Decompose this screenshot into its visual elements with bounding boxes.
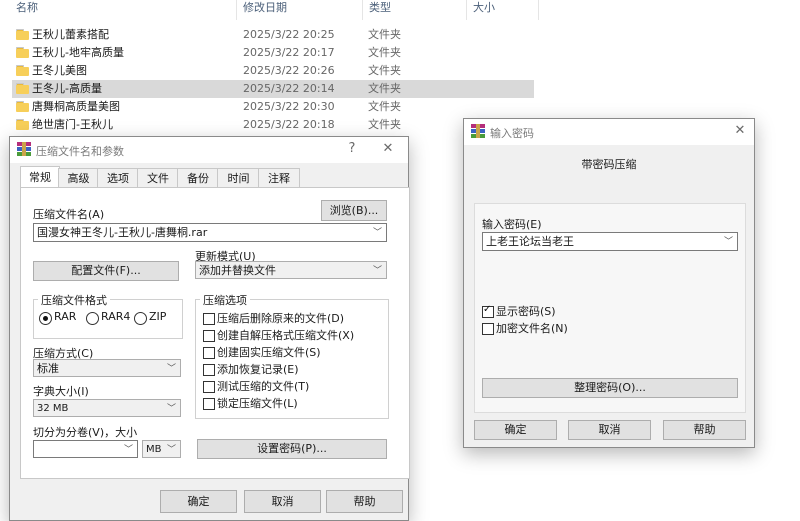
archive-options-label: 压缩选项	[200, 292, 250, 308]
dialog-title: 输入密码	[490, 127, 534, 140]
lock-archive-checkbox[interactable]	[203, 398, 215, 410]
format-zip-radio[interactable]	[134, 312, 147, 325]
tab-comment[interactable]: 注释	[258, 168, 300, 188]
encrypt-names-label[interactable]: 加密文件名(N)	[496, 320, 568, 336]
profiles-button[interactable]: 配置文件(F)...	[33, 261, 179, 281]
enter-password-dialog: 输入密码 ✕ 带密码压缩 输入密码(E) 上老王论坛当老王 ﹀ 显示密码(S) …	[463, 118, 755, 448]
solid-checkbox[interactable]	[203, 347, 215, 359]
archive-parameters-dialog: 压缩文件名和参数 ? ✕ 常规 高级 选项 文件 备份 时间 注释 压缩文件名(…	[9, 136, 410, 521]
folder-icon	[16, 65, 29, 76]
update-mode-value: 添加并替换文件	[199, 264, 276, 277]
test-files-label[interactable]: 测试压缩的文件(T)	[217, 378, 309, 394]
folder-icon	[16, 101, 29, 112]
delete-after-label[interactable]: 压缩后删除原来的文件(D)	[217, 310, 344, 326]
enter-password-label: 输入密码(E)	[482, 218, 542, 231]
split-unit-select[interactable]: MB ﹀	[142, 440, 181, 458]
password-panel: 输入密码(E) 上老王论坛当老王 ﹀ 显示密码(S) 加密文件名(N) 整理密码…	[474, 203, 746, 413]
sfx-checkbox[interactable]	[203, 330, 215, 342]
format-rar-label[interactable]: RAR	[54, 310, 76, 323]
test-files-checkbox[interactable]	[203, 381, 215, 393]
update-mode-select[interactable]: 添加并替换文件 ﹀	[195, 261, 387, 279]
chevron-down-icon[interactable]: ﹀	[373, 262, 382, 280]
winrar-icon	[17, 142, 31, 156]
format-rar-radio[interactable]	[39, 312, 52, 325]
format-rar4-label[interactable]: RAR4	[101, 310, 130, 323]
list-item[interactable]: 王秋儿-地牢高质量 2025/3/22 20:17 文件夹	[12, 44, 534, 62]
tab-backup[interactable]: 备份	[177, 168, 219, 188]
list-item[interactable]: 王冬儿美图 2025/3/22 20:26 文件夹	[12, 62, 534, 80]
column-header-size[interactable]: 大小	[473, 0, 495, 20]
encrypt-names-checkbox[interactable]	[482, 323, 494, 335]
dictionary-size-select[interactable]: 32 MB ﹀	[33, 399, 181, 417]
column-header-date[interactable]: 修改日期	[243, 0, 287, 20]
chevron-down-icon[interactable]: ﹀	[724, 233, 733, 251]
recovery-record-label[interactable]: 添加恢复记录(E)	[217, 361, 299, 377]
chevron-down-icon[interactable]: ﹀	[167, 400, 176, 418]
solid-label[interactable]: 创建固实压缩文件(S)	[217, 344, 321, 360]
chevron-down-icon[interactable]: ﹀	[124, 441, 133, 459]
cancel-button[interactable]: 取消	[244, 490, 321, 513]
compression-method-select[interactable]: 标准 ﹀	[33, 359, 181, 377]
dictionary-size-value: 32 MB	[37, 403, 69, 414]
tab-options[interactable]: 选项	[97, 168, 139, 188]
split-volumes-label: 切分为分卷(V)，大小	[33, 426, 138, 439]
show-password-label[interactable]: 显示密码(S)	[496, 303, 556, 319]
archive-name-label: 压缩文件名(A)	[33, 208, 105, 221]
column-header-type[interactable]: 类型	[369, 0, 391, 20]
list-item[interactable]: 唐舞桐高质量美图 2025/3/22 20:30 文件夹	[12, 98, 534, 116]
folder-icon	[16, 119, 29, 130]
sfx-label[interactable]: 创建自解压格式压缩文件(X)	[217, 327, 354, 343]
folder-icon	[16, 83, 29, 94]
tab-panel-general: 压缩文件名(A) 浏览(B)... 国漫女神王冬儿-王秋儿-唐舞桐.rar ﹀ …	[20, 187, 410, 479]
delete-after-checkbox[interactable]	[203, 313, 215, 325]
help-button[interactable]: 帮助	[326, 490, 403, 513]
list-item-selected[interactable]: 王冬儿-高质量 2025/3/22 20:14 文件夹	[12, 80, 534, 98]
dialog-titlebar[interactable]: 输入密码 ✕	[464, 119, 754, 145]
password-input[interactable]: 上老王论坛当老王 ﹀	[482, 232, 738, 251]
list-item[interactable]: 绝世唐门-王秋儿 2025/3/22 20:18 文件夹	[12, 116, 534, 134]
format-rar4-radio[interactable]	[86, 312, 99, 325]
set-password-button[interactable]: 设置密码(P)...	[197, 439, 387, 459]
browse-button[interactable]: 浏览(B)...	[321, 200, 387, 221]
ok-button[interactable]: 确定	[474, 420, 557, 440]
tab-general[interactable]: 常规	[20, 166, 60, 188]
folder-icon	[16, 47, 29, 58]
column-header-name[interactable]: 名称	[16, 0, 38, 20]
folder-icon	[16, 29, 29, 40]
chevron-down-icon[interactable]: ﹀	[167, 441, 176, 459]
chevron-down-icon[interactable]: ﹀	[167, 360, 176, 378]
winrar-icon	[471, 124, 485, 138]
recovery-record-checkbox[interactable]	[203, 364, 215, 376]
help-icon[interactable]: ?	[342, 141, 362, 156]
tab-files[interactable]: 文件	[137, 168, 179, 188]
tab-time[interactable]: 时间	[217, 168, 260, 188]
list-item[interactable]: 王秋儿蕾素搭配 2025/3/22 20:25 文件夹	[12, 26, 534, 44]
dialog-title: 压缩文件名和参数	[36, 145, 124, 158]
archive-name-value: 国漫女神王冬儿-王秋儿-唐舞桐.rar	[37, 226, 208, 239]
format-zip-label[interactable]: ZIP	[149, 310, 166, 323]
ok-button[interactable]: 确定	[160, 490, 237, 513]
close-icon[interactable]: ✕	[378, 141, 398, 156]
split-volumes-input[interactable]: ﹀	[33, 440, 138, 458]
cancel-button[interactable]: 取消	[568, 420, 651, 440]
show-password-checkbox[interactable]	[482, 304, 494, 318]
organize-passwords-button[interactable]: 整理密码(O)...	[482, 378, 738, 398]
close-icon[interactable]: ✕	[730, 123, 750, 138]
chevron-down-icon[interactable]: ﹀	[373, 224, 382, 242]
dialog-titlebar[interactable]: 压缩文件名和参数 ? ✕	[10, 137, 408, 163]
password-value: 上老王论坛当老王	[486, 235, 574, 248]
dictionary-size-label: 字典大小(I)	[33, 385, 89, 398]
lock-archive-label[interactable]: 锁定压缩文件(L)	[217, 395, 298, 411]
split-unit-value: MB	[146, 444, 162, 455]
archive-name-combo[interactable]: 国漫女神王冬儿-王秋儿-唐舞桐.rar ﹀	[33, 223, 387, 242]
help-button[interactable]: 帮助	[663, 420, 746, 440]
password-heading: 带密码压缩	[581, 158, 637, 171]
archive-format-label: 压缩文件格式	[38, 292, 110, 308]
compression-method-value: 标准	[37, 362, 59, 375]
tab-advanced[interactable]: 高级	[58, 168, 99, 188]
